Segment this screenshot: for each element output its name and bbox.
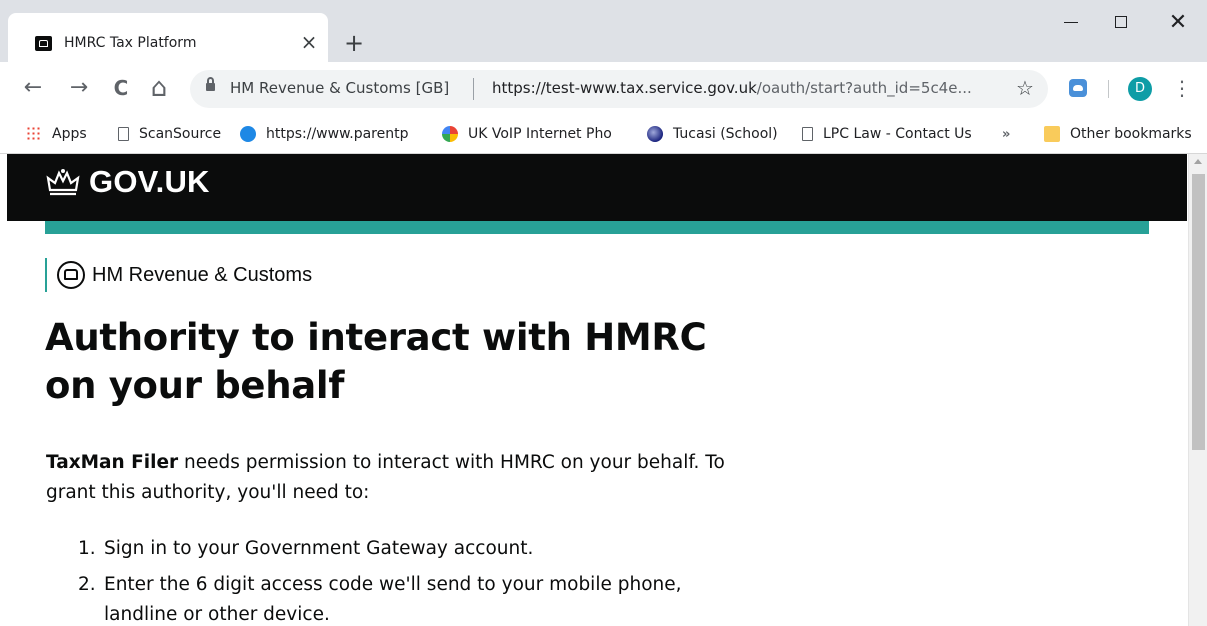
tab-close-icon[interactable]: × [300,31,318,53]
bookmark-star-icon[interactable]: ☆ [1016,76,1034,100]
back-icon[interactable]: ← [20,75,46,101]
url-text[interactable]: https://test-www.tax.service.gov.uk/oaut… [492,79,972,97]
page-scrollbar[interactable] [1188,154,1207,626]
header-accent-bar [45,221,1149,234]
omnibox-divider [473,78,474,100]
forward-icon[interactable]: → [66,75,92,101]
site-identity[interactable]: HM Revenue & Customs [GB] [230,79,449,97]
page-icon [802,127,813,141]
page-title: Authority to interact with HMRC on your … [45,316,707,407]
browser-toolbar: ← → C ⌂ HM Revenue & Customs [GB] https:… [0,62,1207,116]
maximize-icon [1115,16,1127,28]
menu-icon[interactable]: ⋮ [1172,74,1192,102]
bookmark-label: Tucasi (School) [673,126,778,142]
list-item: 2. Enter the 6 digit access code we'll se… [46,570,726,626]
bookmark-label: UK VoIP Internet Pho [468,126,612,142]
home-icon[interactable]: ⌂ [146,75,172,101]
bookmark-lpc-law[interactable]: LPC Law - Contact Us [800,122,972,146]
apps-grid-icon [26,126,42,142]
minimize-button[interactable] [1052,8,1092,38]
bookmark-label: ScanSource [139,126,222,142]
govuk-logo-link[interactable]: GOV.UK [45,164,210,200]
bookmark-tucasi[interactable]: Tucasi (School) [647,122,778,146]
intro-paragraph: TaxMan Filer needs permission to interac… [46,448,726,508]
hmrc-favicon-icon [35,36,52,51]
organisation-name: HM Revenue & Customs [92,263,313,286]
scroll-up-icon[interactable] [1194,159,1202,164]
tab-strip: HMRC Tax Platform × + ✕ [0,0,1207,62]
new-tab-button[interactable]: + [344,30,364,56]
list-item: 1. Sign in to your Government Gateway acc… [46,534,726,564]
minimize-icon [1064,22,1078,23]
folder-icon [1044,126,1060,142]
browser-tab[interactable]: HMRC Tax Platform × [8,13,328,62]
bookmarks-overflow-button[interactable]: » [1002,122,1010,146]
step-number: 1. [78,538,96,559]
tab-title: HMRC Tax Platform [64,35,197,51]
url-path: /oauth/start?auth_id=5c4e... [756,79,972,97]
lock-icon[interactable] [206,77,215,91]
blue-circle-icon [240,126,256,142]
maximize-button[interactable] [1102,8,1142,38]
globe-icon [647,126,663,142]
bookmark-label: Apps [52,126,87,142]
chevron-right-icon: » [1002,126,1011,142]
address-bar[interactable]: HM Revenue & Customs [GB] https://test-w… [190,70,1048,108]
reload-icon[interactable]: C [108,75,134,101]
bookmark-apps[interactable]: Apps [26,122,87,146]
scrollbar-thumb[interactable] [1192,174,1205,450]
bookmark-parentpay[interactable]: https://www.parentp [240,122,408,146]
app-name: TaxMan Filer [46,452,179,473]
bookmark-scansource[interactable]: ScanSource [116,122,221,146]
govuk-logo-text: GOV.UK [89,164,210,199]
extension-cloud-icon[interactable] [1069,79,1087,97]
other-bookmarks[interactable]: Other bookmarks [1044,122,1192,146]
bookmarks-bar: Apps ScanSource https://www.parentp UK V… [0,116,1207,154]
bookmark-label: LPC Law - Contact Us [823,126,972,142]
crown-icon [46,169,80,196]
step-number: 2. [78,574,96,595]
toolbar-divider [1108,80,1109,98]
bookmark-uk-voip[interactable]: UK VoIP Internet Pho [442,122,612,146]
organisation-banner: HM Revenue & Customs [45,258,312,292]
bookmark-label: https://www.parentp [266,126,409,142]
bookmark-label: Other bookmarks [1070,126,1192,142]
close-window-button[interactable]: ✕ [1158,8,1198,38]
page-icon [118,127,129,141]
govuk-header: GOV.UK [7,154,1187,221]
multicolor-icon [442,126,458,142]
url-host: https://test-www.tax.service.gov.uk [492,79,757,97]
profile-avatar[interactable]: D [1128,77,1152,101]
step-text: Enter the 6 digit access code we'll send… [104,574,682,625]
step-text: Sign in to your Government Gateway accou… [104,538,534,559]
hmrc-crest-icon [57,261,85,289]
page-viewport: GOV.UK HM Revenue & Customs Authority to… [0,154,1207,626]
steps-list: 1. Sign in to your Government Gateway acc… [46,534,726,626]
